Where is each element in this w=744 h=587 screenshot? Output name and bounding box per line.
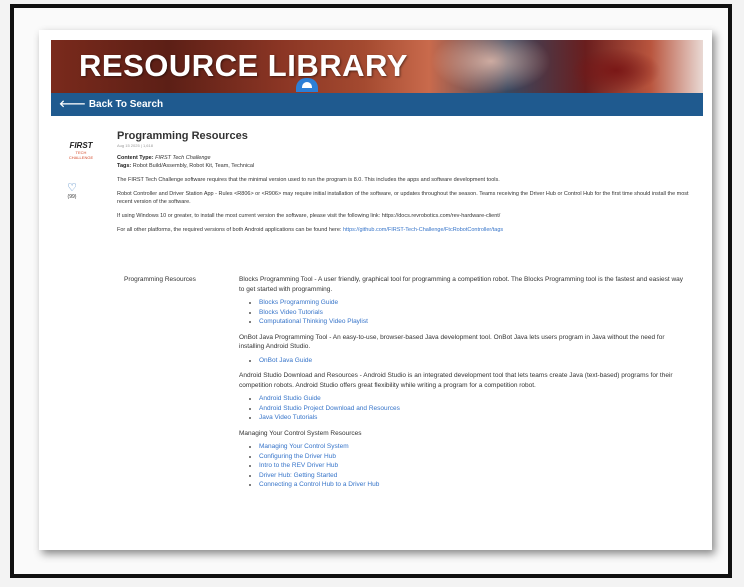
back-to-search-link[interactable]: 🡐 Back To Search bbox=[59, 98, 163, 110]
logo-text-first: FIRST bbox=[69, 141, 93, 150]
resource-page: RESOURCE LIBRARY 🡐 Back To Search FIRST T… bbox=[39, 30, 712, 550]
link-blocks-videos[interactable]: Blocks Video Tutorials bbox=[259, 308, 689, 318]
android-para-text: For all other platforms, the required ve… bbox=[117, 227, 342, 233]
tags-line: Tags: Robot Build/Assembly, Robot Kit, T… bbox=[117, 162, 697, 170]
onbot-description: OnBot Java Programming Tool - An easy-to… bbox=[239, 333, 665, 351]
android-studio-links: Android Studio Guide Android Studio Proj… bbox=[239, 394, 689, 423]
link-android-studio-guide[interactable]: Android Studio Guide bbox=[259, 394, 689, 404]
link-connecting-control-hub[interactable]: Connecting a Control Hub to a Driver Hub bbox=[259, 480, 689, 490]
content-type-label: Content Type: bbox=[117, 155, 154, 161]
link-android-studio-download[interactable]: Android Studio Project Download and Reso… bbox=[259, 404, 689, 414]
android-studio-description: Android Studio Download and Resources - … bbox=[239, 372, 673, 389]
article-content: Programming Resources Aug 15 2025 | 1,61… bbox=[117, 130, 697, 234]
link-onbot-guide[interactable]: OnBot Java Guide bbox=[259, 356, 689, 366]
content-type-value: FIRST Tech Challenge bbox=[155, 155, 211, 161]
link-driver-hub-getting-started[interactable]: Driver Hub: Getting Started bbox=[259, 471, 689, 481]
content-type-line: Content Type: FIRST Tech Challenge bbox=[117, 154, 697, 162]
paragraph-driver-station: Robot Controller and Driver Station App … bbox=[117, 191, 689, 205]
favorite-count: (99) bbox=[67, 194, 77, 200]
cloud-icon bbox=[296, 78, 318, 92]
github-tags-link[interactable]: https://github.com/FIRST-Tech-Challenge/… bbox=[343, 227, 503, 233]
paragraph-android: For all other platforms, the required ve… bbox=[117, 226, 697, 234]
heart-icon: ♡ bbox=[67, 182, 77, 194]
blocks-description: Blocks Programming Tool - A user friendl… bbox=[239, 276, 684, 293]
blocks-links: Blocks Programming Guide Blocks Video Tu… bbox=[239, 298, 689, 327]
first-tech-challenge-logo: FIRST TECH CHALLENGE bbox=[59, 141, 103, 160]
header-banner: RESOURCE LIBRARY bbox=[51, 40, 703, 93]
favorite-button[interactable]: ♡ (99) bbox=[62, 182, 82, 201]
paragraph-min-version: The FIRST Tech Challenge software requir… bbox=[117, 177, 500, 183]
paragraph-windows: If using Windows 10 or greater, to insta… bbox=[117, 213, 501, 219]
tags-value: Robot Build/Assembly, Robot Kit, Team, T… bbox=[132, 163, 255, 169]
nav-bar: 🡐 Back To Search bbox=[51, 93, 703, 116]
link-computational-thinking[interactable]: Computational Thinking Video Playlist bbox=[259, 317, 689, 327]
control-system-heading: Managing Your Control System Resources bbox=[239, 429, 362, 437]
onbot-links: OnBot Java Guide bbox=[239, 356, 689, 366]
link-intro-rev-driver-hub[interactable]: Intro to the REV Driver Hub bbox=[259, 461, 689, 471]
link-configuring-driver-hub[interactable]: Configuring the Driver Hub bbox=[259, 452, 689, 462]
resources-label: Programming Resources bbox=[124, 276, 196, 283]
back-link-label: Back To Search bbox=[88, 99, 164, 110]
logo-text-challenge: CHALLENGE bbox=[68, 155, 94, 160]
link-java-videos[interactable]: Java Video Tutorials bbox=[259, 413, 689, 423]
article-date: Aug 15 2025 | 1,618 bbox=[117, 143, 153, 148]
resources-list: Blocks Programming Tool - A user friendl… bbox=[239, 275, 689, 496]
link-blocks-guide[interactable]: Blocks Programming Guide bbox=[259, 298, 689, 308]
tags-label: Tags: bbox=[117, 163, 132, 169]
control-system-links: Managing Your Control System Configuring… bbox=[239, 442, 689, 490]
link-managing-control-system[interactable]: Managing Your Control System bbox=[259, 442, 689, 452]
article-title: Programming Resources bbox=[117, 130, 248, 142]
banner-title: RESOURCE LIBRARY bbox=[79, 48, 408, 83]
arrow-left-icon: 🡐 bbox=[59, 99, 86, 110]
